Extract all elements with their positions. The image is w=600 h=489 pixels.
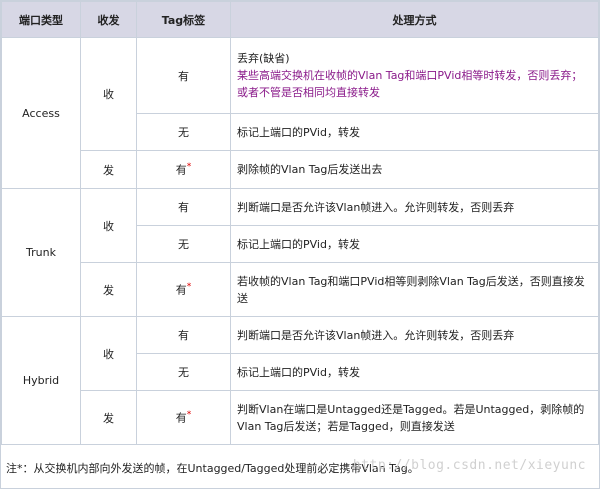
footnote-mark: * [186, 281, 192, 293]
table-row: 发 有* 若收帧的Vlan Tag和端口PVid相等则剥除Vlan Tag后发送… [2, 262, 599, 317]
tag-label: 有 [175, 283, 187, 297]
tag-label: 有 [175, 411, 187, 425]
process-cell: 判断端口是否允许该Vlan帧进入。允许则转发，否则丢弃 [230, 188, 599, 226]
process-cell: 剥除帧的Vlan Tag后发送出去 [230, 150, 599, 189]
process-cell: 判断Vlan在端口是Untagged还是Tagged。若是Untagged，剥除… [230, 390, 599, 445]
header-tag: Tag标签 [136, 1, 231, 38]
table-row: 发 有* 判断Vlan在端口是Untagged还是Tagged。若是Untagg… [2, 390, 599, 445]
tag-cell: 有 [136, 316, 231, 354]
table-row: 发 有* 剥除帧的Vlan Tag后发送出去 [2, 150, 599, 189]
direction-send: 发 [80, 262, 137, 317]
process-default-text: 丢弃(缺省) [237, 52, 290, 65]
tag-label: 有 [175, 163, 187, 177]
vlan-port-table: 端口类型 收发 Tag标签 处理方式 Access 收 有 丢弃(缺省) 某些高… [1, 1, 599, 445]
process-cell: 标记上端口的PVid，转发 [230, 113, 599, 151]
process-cell: 标记上端口的PVid，转发 [230, 353, 599, 391]
process-cell: 若收帧的Vlan Tag和端口PVid相等则剥除Vlan Tag后发送，否则直接… [230, 262, 599, 317]
table-header-row: 端口类型 收发 Tag标签 处理方式 [1, 1, 599, 38]
header-process: 处理方式 [230, 1, 599, 38]
footnote-mark: * [186, 161, 192, 173]
process-highlight-text: 某些高端交换机在收帧的Vlan Tag和端口PVid相等时转发，否则丢弃；或者不… [237, 69, 583, 99]
tag-cell: 有 [136, 37, 231, 114]
table-row: Access 收 有 丢弃(缺省) 某些高端交换机在收帧的Vlan Tag和端口… [1, 37, 599, 189]
table-row: Trunk 收 有 判断端口是否允许该Vlan帧进入。允许则转发，否则丢弃 [1, 188, 599, 317]
table-row: Hybrid 收 有 判断端口是否允许该Vlan帧进入。允许则转发，否则丢弃 [1, 316, 599, 445]
direction-recv: 收 [80, 188, 137, 263]
header-port-type: 端口类型 [1, 1, 81, 38]
tag-cell: 无 [136, 225, 231, 263]
port-type-hybrid: Hybrid [1, 316, 81, 445]
port-type-access: Access [1, 37, 81, 189]
direction-send: 发 [80, 150, 137, 189]
direction-recv: 收 [80, 37, 137, 151]
tag-cell: 无 [136, 113, 231, 151]
direction-recv: 收 [80, 316, 137, 391]
footnote-mark: * [186, 409, 192, 421]
watermark: http://blog.csdn.net/xieyunc [352, 458, 586, 473]
port-type-trunk: Trunk [1, 188, 81, 317]
process-cell: 丢弃(缺省) 某些高端交换机在收帧的Vlan Tag和端口PVid相等时转发，否… [230, 37, 599, 114]
tag-cell: 有* [136, 390, 231, 445]
tag-cell: 有* [136, 150, 231, 189]
header-direction: 收发 [80, 1, 137, 38]
tag-cell: 有* [136, 262, 231, 317]
tag-cell: 有 [136, 188, 231, 226]
process-cell: 判断端口是否允许该Vlan帧进入。允许则转发，否则丢弃 [230, 316, 599, 354]
direction-send: 发 [80, 390, 137, 445]
tag-cell: 无 [136, 353, 231, 391]
process-cell: 标记上端口的PVid，转发 [230, 225, 599, 263]
